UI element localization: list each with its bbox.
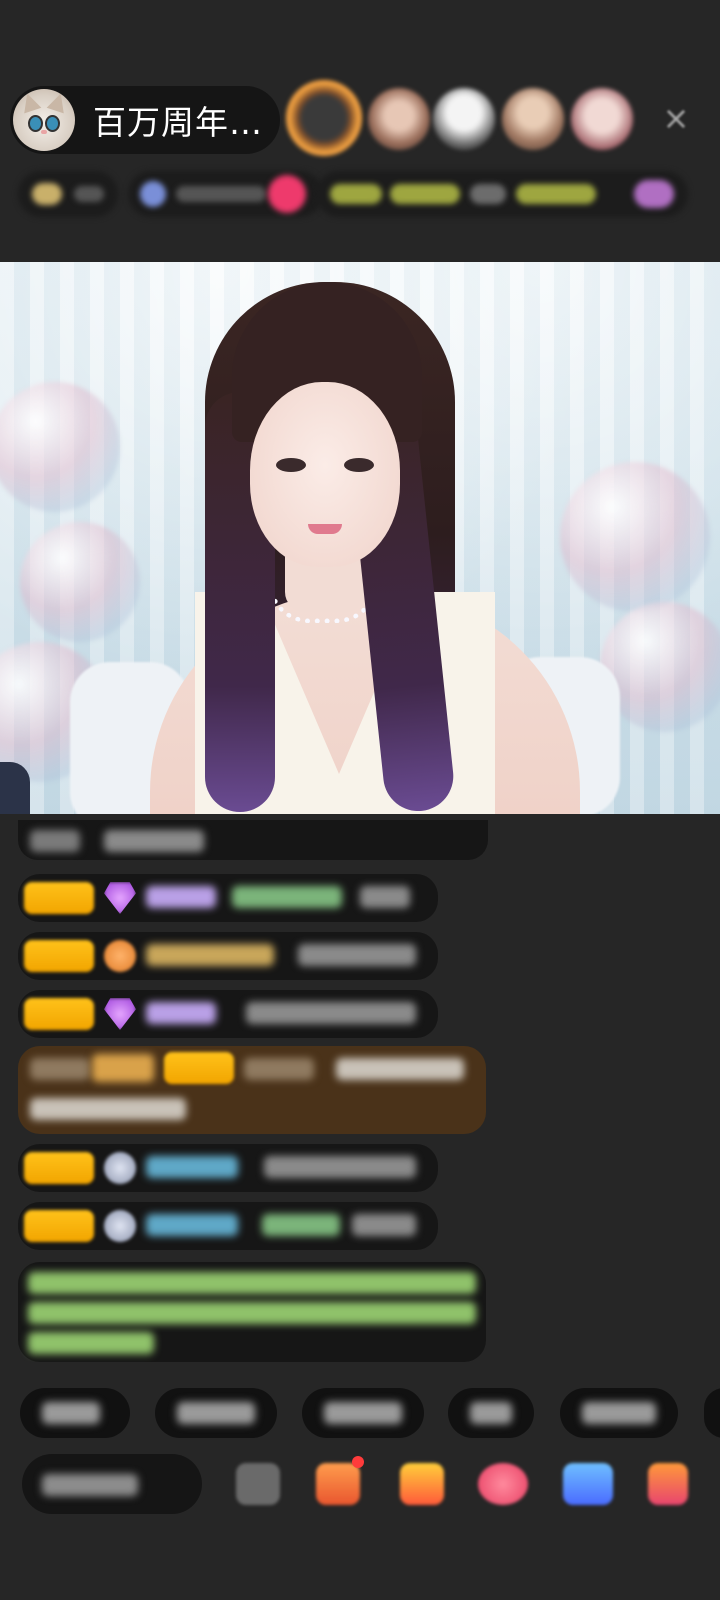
lucky-bag-icon[interactable] (400, 1463, 444, 1505)
chat-user-2 (244, 1058, 314, 1080)
streamer-mouth (308, 524, 342, 534)
chat-user (146, 1002, 216, 1024)
top-viewer-avatar-2[interactable] (368, 88, 430, 150)
vip-badge (92, 1054, 154, 1082)
host-avatar[interactable] (13, 89, 75, 151)
chip-label (42, 1402, 100, 1424)
host-info-pill[interactable]: 百万周年… (10, 86, 280, 154)
stream-info-row (18, 171, 698, 217)
fan-badge (24, 882, 94, 914)
user-level-icon (104, 1210, 136, 1242)
chat-text-line-2 (30, 1098, 186, 1120)
cat-eye-icon (45, 115, 60, 132)
chip-label (470, 1402, 512, 1424)
cat-nose-icon (41, 130, 47, 134)
close-icon[interactable]: × (660, 102, 692, 134)
chat-target (262, 1214, 340, 1236)
chip-label (582, 1402, 656, 1424)
chat-text (298, 944, 416, 966)
notice-text-4 (516, 184, 596, 204)
chip-label (177, 1402, 255, 1424)
more-icon[interactable] (634, 180, 674, 208)
chat-text (360, 886, 410, 908)
quick-reply-chip-3[interactable] (302, 1388, 424, 1438)
notice-text-1 (330, 184, 382, 204)
quick-reply-chip-5[interactable] (560, 1388, 678, 1438)
streamer-eye (344, 458, 374, 472)
red-dot-badge (352, 1456, 364, 1468)
share-icon[interactable] (563, 1463, 613, 1505)
chat-text (104, 830, 204, 852)
cat-ear-icon (46, 90, 70, 114)
chair-edge (0, 762, 30, 814)
chat-text (352, 1214, 416, 1236)
fan-club-icon[interactable] (316, 1463, 360, 1505)
notice-line-2 (28, 1302, 476, 1324)
notice-line-3 (28, 1332, 154, 1354)
fan-badge (24, 940, 94, 972)
quick-reply-chip-4[interactable] (448, 1388, 534, 1438)
chat-text (264, 1156, 416, 1178)
host-name: 百万周年… (93, 103, 263, 142)
flame-level-icon (104, 940, 136, 972)
user-level-icon (104, 1152, 136, 1184)
game-icon[interactable] (478, 1463, 528, 1505)
chat-text (336, 1058, 464, 1080)
fan-badge (24, 998, 94, 1030)
fan-badge (24, 1210, 94, 1242)
notice-text-2 (390, 184, 460, 204)
chat-input-placeholder (42, 1474, 138, 1496)
chat-target (232, 886, 342, 908)
rank-text (74, 186, 104, 202)
top-viewer-avatar-5[interactable] (571, 88, 633, 150)
top-viewer-avatar-4[interactable] (502, 88, 564, 150)
notice-text-3 (470, 184, 506, 204)
chat-user (146, 1214, 238, 1236)
chat-text (246, 1002, 416, 1024)
fan-badge (164, 1052, 234, 1084)
chat-user (30, 1058, 90, 1080)
chat-user (30, 830, 80, 852)
live-video[interactable] (0, 262, 720, 814)
streamer-eye (276, 458, 306, 472)
quick-reply-chip-6[interactable] (704, 1388, 720, 1438)
popularity-text (176, 186, 266, 202)
rank-icon (32, 183, 62, 205)
gift-icon[interactable] (648, 1463, 688, 1505)
top-viewer-avatar-1[interactable] (290, 84, 358, 152)
chat-input-button[interactable] (22, 1454, 202, 1514)
quick-reply-chip-2[interactable] (155, 1388, 277, 1438)
balloon (560, 462, 710, 612)
cat-ear-icon (18, 90, 42, 114)
popularity-icon (140, 181, 166, 207)
chat-user (146, 1156, 238, 1178)
streamer-face (250, 382, 400, 567)
chat-message[interactable] (18, 820, 488, 860)
quick-reply-chip-1[interactable] (20, 1388, 130, 1438)
chip-label (324, 1402, 402, 1424)
notice-line-1 (28, 1272, 476, 1294)
emoji-icon[interactable] (236, 1463, 280, 1505)
balloon (20, 522, 140, 642)
chat-user (146, 886, 216, 908)
fan-badge (24, 1152, 94, 1184)
follow-button[interactable] (268, 175, 306, 213)
cat-eye-icon (28, 115, 43, 132)
chat-user (146, 944, 274, 966)
top-viewer-avatar-3[interactable] (433, 88, 495, 150)
